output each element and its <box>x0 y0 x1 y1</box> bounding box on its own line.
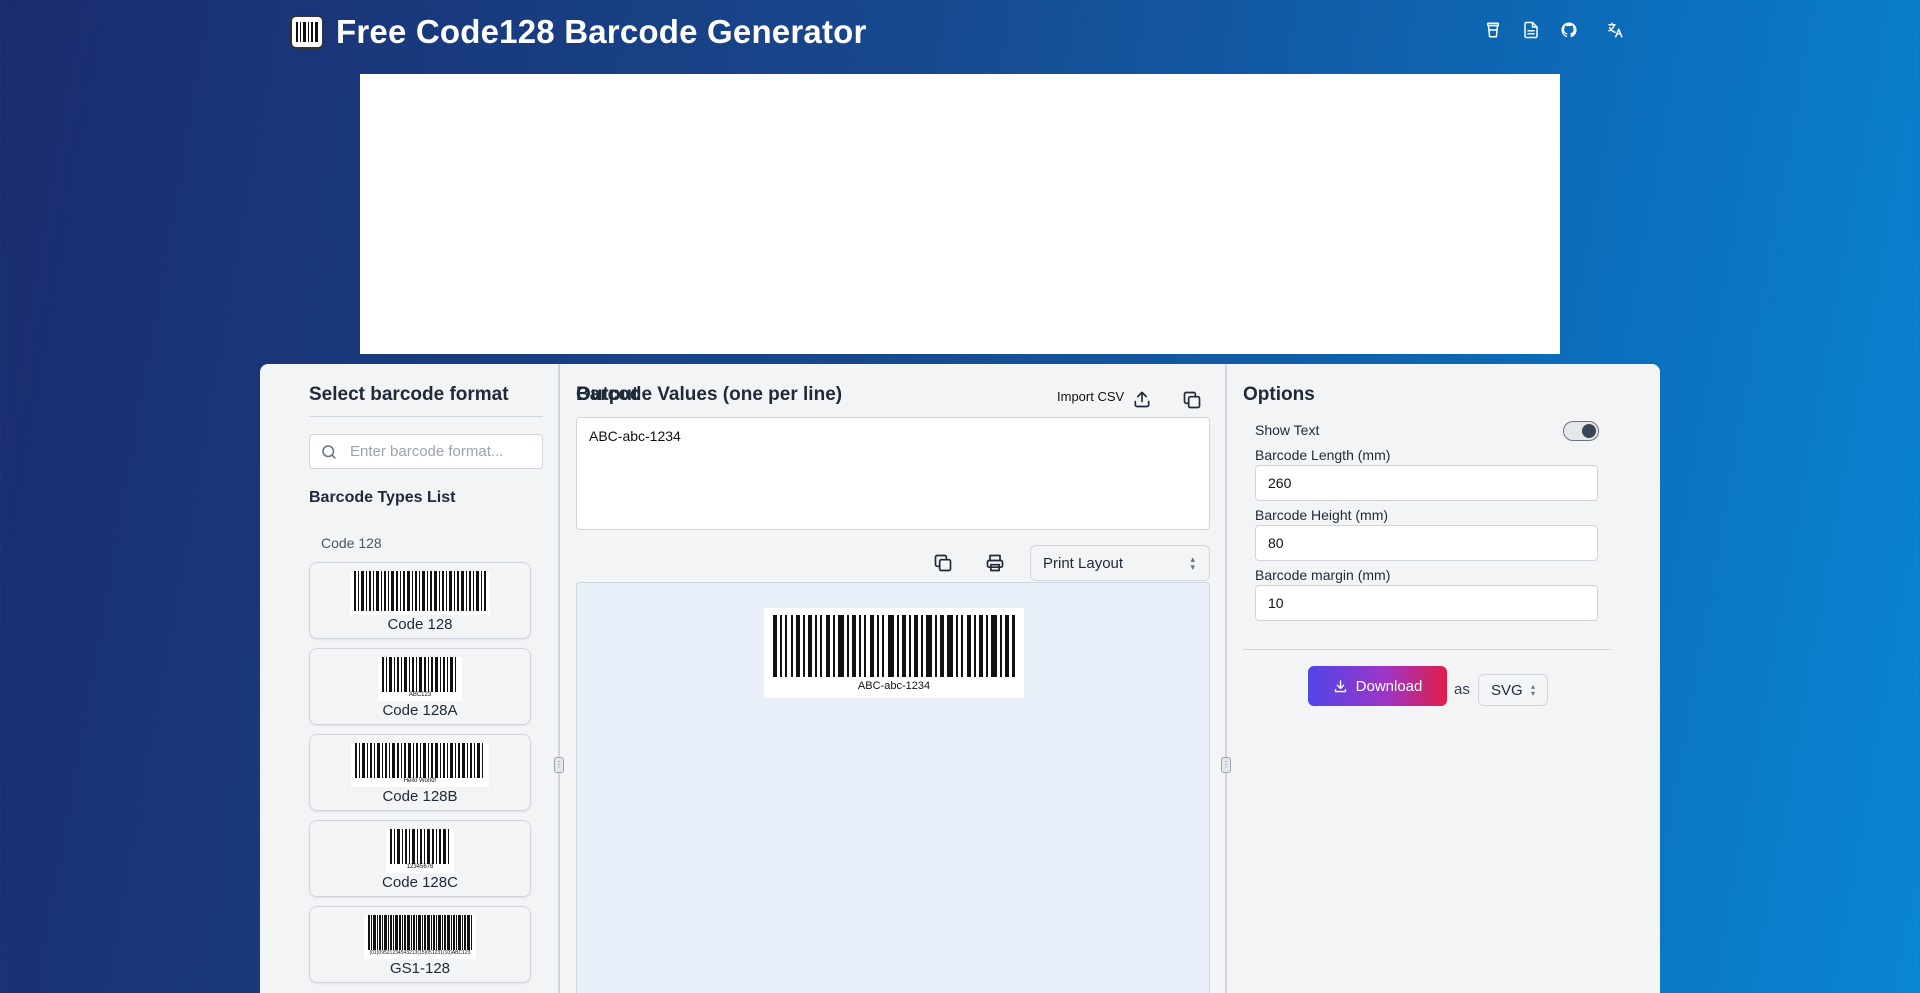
format-sidebar: Select barcode format Barcode Types List… <box>260 364 560 993</box>
barcode-type-code128b[interactable]: Hello World! Code 128B <box>309 734 531 811</box>
output-barcode-text: ABC-abc-1234 <box>857 680 931 692</box>
divider <box>309 416 543 417</box>
main-panel: Select barcode format Barcode Types List… <box>260 364 1660 993</box>
output-section-title: Output <box>576 384 639 405</box>
search-icon <box>322 444 336 459</box>
barcode-graphic <box>382 657 456 692</box>
barcode-type-name: Code 128B <box>382 788 458 805</box>
barcode-graphic <box>355 743 483 778</box>
barcode-graphic <box>354 571 486 611</box>
format-search-input[interactable] <box>350 443 530 460</box>
toggle-knob <box>1582 424 1596 438</box>
translate-icon[interactable] <box>1605 20 1625 40</box>
page-title: Free Code128 Barcode Generator <box>336 13 867 50</box>
header-toolbar <box>1483 20 1625 40</box>
download-icon <box>1334 679 1346 692</box>
barcode-type-name: GS1-128 <box>389 960 451 977</box>
download-label: Download <box>1355 677 1423 695</box>
barcode-logo-graphic <box>296 22 318 42</box>
barcode-sample-text: 12345678 <box>406 864 434 870</box>
import-csv-button[interactable]: Import CSV <box>1057 389 1124 404</box>
divider <box>1243 649 1611 650</box>
barcode-type-code128a[interactable]: ABC123 Code 128A <box>309 648 531 725</box>
format-search <box>309 434 543 469</box>
group-label: Code 128 <box>321 535 382 551</box>
margin-label: Barcode margin (mm) <box>1255 567 1391 583</box>
right-resize-handle[interactable]: ⋮ <box>1221 757 1231 773</box>
chevron-updown-icon: ▴ ▾ <box>1190 554 1195 572</box>
output-barcode-graphic <box>773 615 1015 677</box>
length-label: Barcode Length (mm) <box>1255 447 1391 463</box>
right-splitter[interactable] <box>1225 364 1227 993</box>
ad-banner <box>360 74 1560 354</box>
barcode-type-code128c[interactable]: 12345678 Code 128C <box>309 820 531 897</box>
barcode-sample-text: (01)09521234543213(15)051231(10)ABC123 <box>369 950 471 956</box>
show-text-label: Show Text <box>1255 422 1320 438</box>
barcode-type-name: Code 128 <box>387 616 453 633</box>
print-layout-value: Print Layout <box>1043 555 1124 572</box>
options-section-title: Options <box>1243 384 1315 405</box>
print-layout-select[interactable]: Print Layout ▴ ▾ <box>1030 545 1210 581</box>
height-input[interactable] <box>1255 525 1598 561</box>
barcode-graphic <box>390 829 449 864</box>
barcode-preview: ABC123 <box>378 657 462 701</box>
barcode-sample-text: ABC123 <box>408 692 432 698</box>
show-text-toggle[interactable] <box>1563 421 1599 441</box>
app-header: Free Code128 Barcode Generator <box>290 12 867 52</box>
output-barcode: ABC-abc-1234 <box>764 608 1024 698</box>
document-icon[interactable] <box>1521 20 1541 40</box>
copy-output-icon[interactable] <box>931 551 955 575</box>
barcode-preview: 12345678 <box>386 829 454 873</box>
barcode-type-name: Code 128C <box>382 874 458 891</box>
upload-icon[interactable] <box>1130 387 1154 411</box>
format-value: SVG <box>1491 682 1523 699</box>
barcode-type-code128[interactable]: Code 128 <box>309 562 531 639</box>
left-splitter[interactable] <box>558 364 560 993</box>
barcode-preview <box>350 571 490 615</box>
barcode-preview: Hello World! <box>351 743 489 787</box>
barcode-logo-icon <box>290 15 324 49</box>
as-label: as <box>1454 681 1470 698</box>
format-select[interactable]: SVG ▴ ▾ <box>1478 674 1548 706</box>
height-label: Barcode Height (mm) <box>1255 507 1389 523</box>
barcode-preview: (01)09521234543213(15)051231(10)ABC123 <box>364 915 476 959</box>
coffee-icon[interactable] <box>1483 20 1503 40</box>
length-input[interactable] <box>1255 465 1598 501</box>
types-list-title: Barcode Types List <box>309 489 456 506</box>
barcode-type-name: Code 128A <box>382 702 458 719</box>
chevron-updown-icon: ▴ ▾ <box>1530 682 1535 698</box>
format-section-title: Select barcode format <box>309 384 509 405</box>
margin-input[interactable] <box>1255 585 1598 621</box>
barcode-values-textarea[interactable]: ABC-abc-1234 <box>576 417 1210 530</box>
download-button[interactable]: Download <box>1308 666 1447 706</box>
barcode-sample-text: Hello World! <box>403 778 437 784</box>
copy-values-icon[interactable] <box>1180 388 1204 412</box>
output-preview: ABC-abc-1234 <box>576 582 1210 993</box>
github-icon[interactable] <box>1559 20 1579 40</box>
left-resize-handle[interactable]: ⋮ <box>554 757 564 773</box>
printer-icon[interactable] <box>983 551 1007 575</box>
barcode-type-gs1-128[interactable]: (01)09521234543213(15)051231(10)ABC123 G… <box>309 906 531 983</box>
barcode-graphic <box>368 915 472 950</box>
